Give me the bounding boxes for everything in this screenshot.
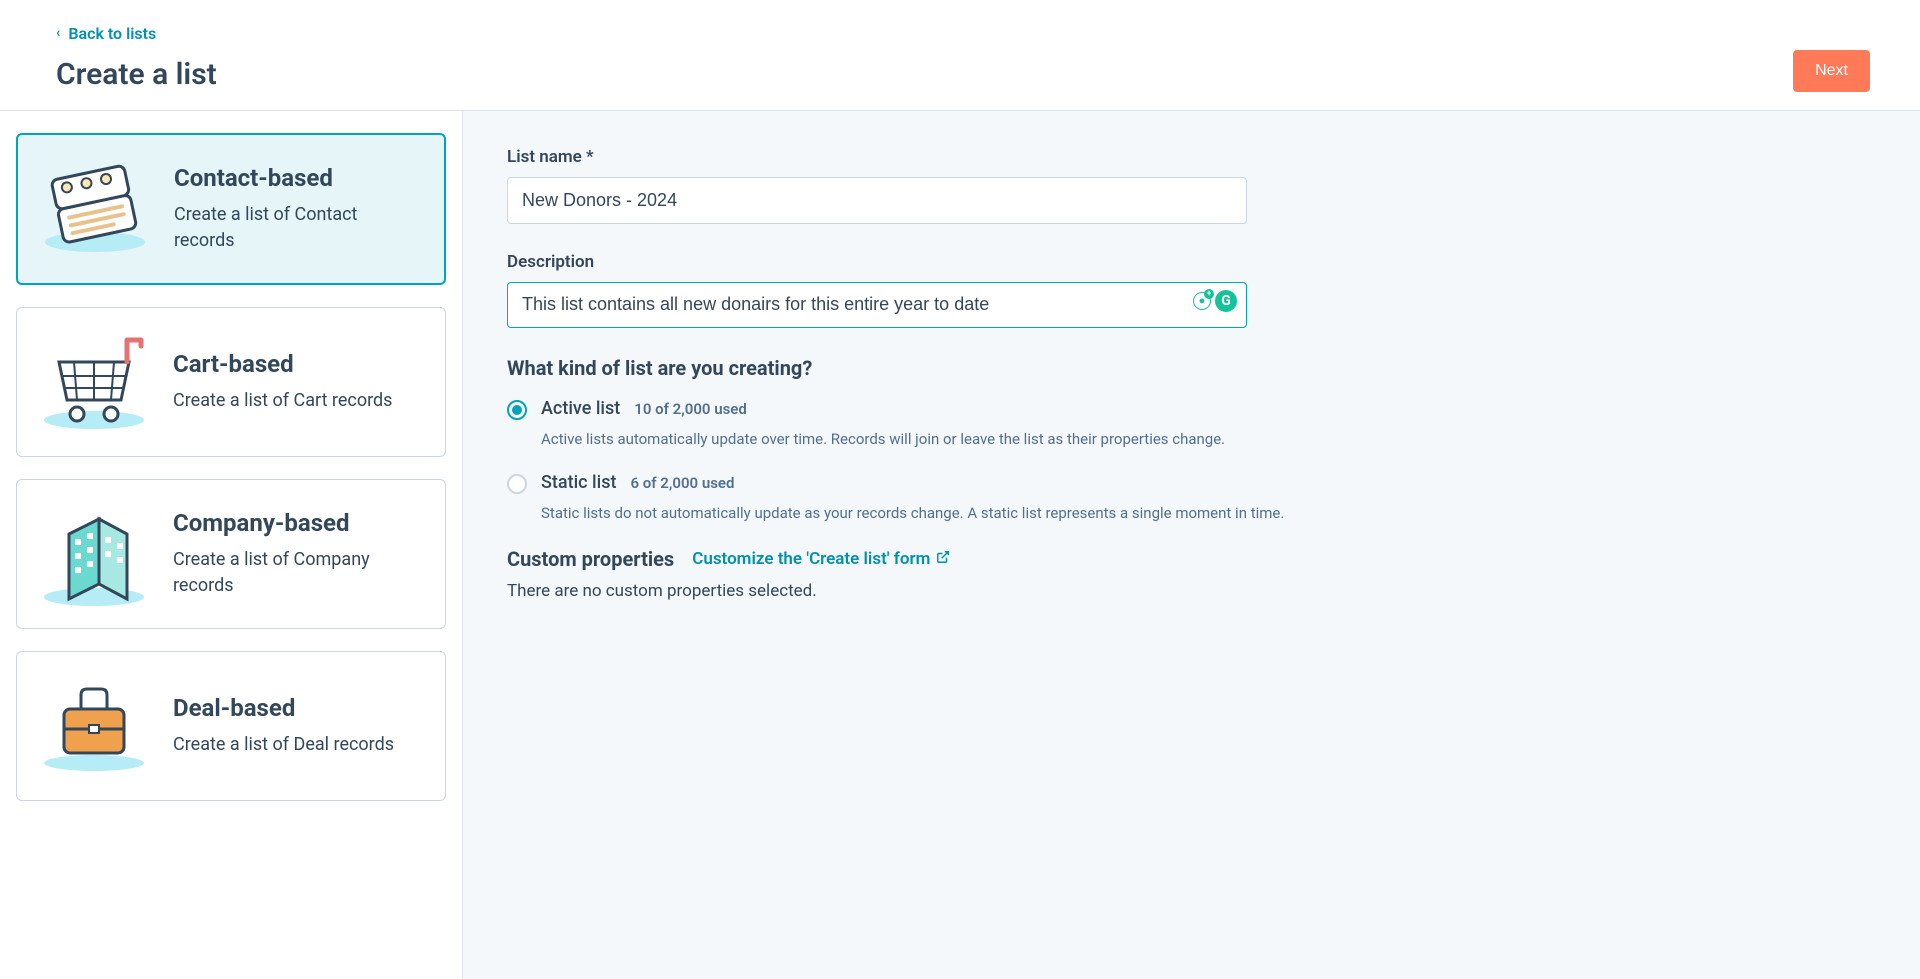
back-to-lists-link[interactable]: ‹ Back to lists: [56, 24, 156, 43]
list-type-sidebar: Contact-based Create a list of Contact r…: [0, 111, 463, 979]
card-title: Contact-based: [174, 164, 422, 192]
static-list-label: Static list: [541, 472, 616, 493]
card-title: Deal-based: [173, 694, 394, 722]
page-header: ‹ Back to lists Create a list Next: [0, 0, 1920, 111]
card-desc: Create a list of Cart records: [173, 388, 392, 413]
card-contact-based[interactable]: Contact-based Create a list of Contact r…: [16, 133, 446, 285]
card-cart-based[interactable]: Cart-based Create a list of Cart records: [16, 307, 446, 457]
card-desc: Create a list of Company records: [173, 547, 423, 597]
company-icon: [39, 504, 149, 604]
description-label: Description: [507, 252, 1247, 272]
static-list-radio[interactable]: [507, 474, 527, 494]
card-title: Company-based: [173, 509, 423, 537]
grammarly-widget: ●+ G: [1193, 290, 1237, 312]
back-link-label: Back to lists: [68, 24, 156, 43]
active-list-label: Active list: [541, 398, 620, 419]
deal-briefcase-icon: [39, 676, 149, 776]
next-button[interactable]: Next: [1793, 50, 1870, 92]
chevron-left-icon: ‹: [56, 25, 60, 41]
form-panel: List name * Description ●+ G What kind o…: [463, 111, 1920, 979]
list-name-input[interactable]: [507, 177, 1247, 224]
description-input[interactable]: [507, 282, 1247, 328]
active-list-usage: 10 of 2,000 used: [634, 400, 747, 418]
static-list-desc: Static lists do not automatically update…: [541, 502, 1876, 525]
external-link-icon: [936, 549, 950, 569]
card-deal-based[interactable]: Deal-based Create a list of Deal records: [16, 651, 446, 801]
card-desc: Create a list of Contact records: [174, 202, 422, 252]
list-kind-heading: What kind of list are you creating?: [507, 356, 1876, 380]
static-list-usage: 6 of 2,000 used: [630, 474, 734, 492]
active-list-radio[interactable]: [507, 400, 527, 420]
contact-list-icon: [40, 159, 150, 259]
customize-form-link[interactable]: Customize the 'Create list' form: [692, 549, 950, 569]
card-desc: Create a list of Deal records: [173, 732, 394, 757]
custom-properties-none: There are no custom properties selected.: [507, 581, 1876, 601]
main-content: Contact-based Create a list of Contact r…: [0, 111, 1920, 979]
page-title: Create a list: [56, 57, 217, 92]
grammarly-ext-icon[interactable]: ●+: [1193, 292, 1211, 310]
card-company-based[interactable]: Company-based Create a list of Company r…: [16, 479, 446, 629]
grammarly-icon[interactable]: G: [1215, 290, 1237, 312]
cart-icon: [39, 332, 149, 432]
customize-link-label: Customize the 'Create list' form: [692, 549, 930, 569]
custom-properties-heading: Custom properties: [507, 547, 674, 571]
list-name-label: List name *: [507, 147, 1247, 167]
card-title: Cart-based: [173, 350, 392, 378]
active-list-desc: Active lists automatically update over t…: [541, 428, 1876, 451]
